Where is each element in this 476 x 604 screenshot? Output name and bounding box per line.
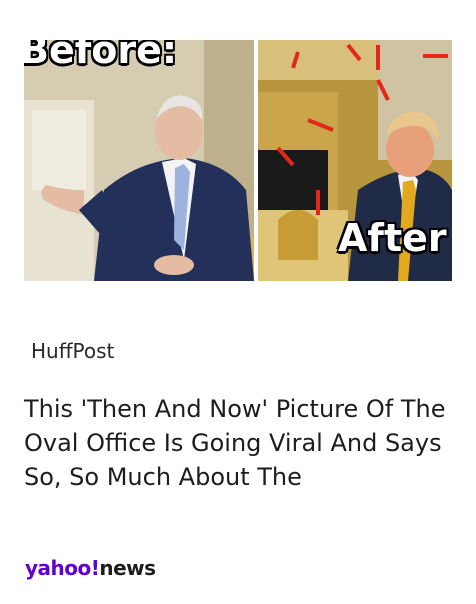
yahoo-news-logo[interactable]: yahoo!news — [25, 556, 156, 580]
brand-news: news — [99, 556, 156, 580]
article-headline[interactable]: This 'Then And Now' Picture Of The Oval … — [24, 392, 456, 494]
before-label: Before: — [24, 40, 178, 72]
article-image[interactable]: Before: After — [24, 40, 452, 281]
source-name: HuffPost — [31, 339, 115, 363]
after-label: After — [338, 216, 447, 260]
before-photo: Before: — [24, 40, 254, 281]
brand-yahoo: yahoo! — [25, 556, 100, 580]
after-photo: After — [258, 40, 452, 281]
before-photo-illustration — [24, 40, 254, 281]
